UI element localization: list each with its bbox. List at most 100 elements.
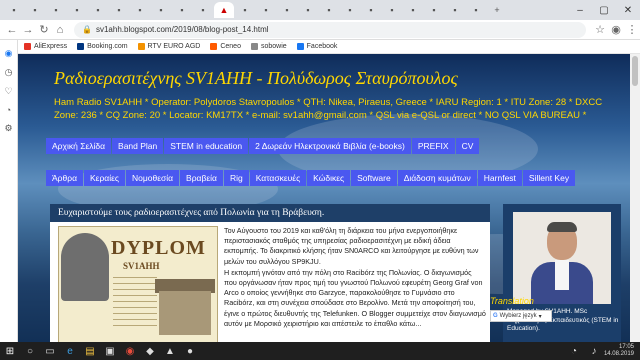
tab-icon[interactable]: ▪ [424,2,444,18]
search-icon[interactable]: ○ [20,346,40,357]
menu-item-rig[interactable]: Rig [223,170,249,186]
tab-icon[interactable]: ▪ [340,2,360,18]
menu-item-stem[interactable]: STEM in education [164,138,249,154]
task-view-icon[interactable]: ▭ [40,346,60,357]
diploma-portrait [61,233,109,301]
menu-item-antennas[interactable]: Κεραίες [84,170,125,186]
extension-icon[interactable]: ◉ [608,23,624,36]
diploma-text-lines [113,277,157,327]
edge-icon[interactable]: e [60,346,80,357]
tab-icon[interactable]: ▪ [445,2,465,18]
bookmark-rtv-euro-agd[interactable]: RTV EURO AGD [137,43,200,50]
profile-photo[interactable] [513,212,611,304]
back-icon[interactable]: ← [4,24,20,36]
settings-icon[interactable]: ⚙ [4,123,12,134]
bookmark-sobowie[interactable]: sobowie [250,43,287,50]
minimize-icon[interactable]: – [568,5,592,16]
menu-item-constructions[interactable]: Κατασκευές [249,170,307,186]
address-bar-row: ← → ↻ ⌂ 🔒 sv1ahh.blogspot.com/2019/08/bl… [0,20,640,40]
menu-item-silent-key[interactable]: Sillent Key [522,170,576,186]
history-icon[interactable]: ◷ [5,67,13,78]
page-scrollbar[interactable] [630,54,640,342]
menu-item-home[interactable]: Αρχική Σελίδα [46,138,112,154]
app-icon[interactable]: ● [180,346,200,357]
menu-item-software[interactable]: Software [351,170,397,186]
file-explorer-icon[interactable]: ▤ [80,346,100,357]
scrollbar-thumb[interactable] [632,56,638,86]
volume-icon[interactable]: ♪ [584,346,604,357]
tab-icon[interactable]: ▪ [319,2,339,18]
site-title[interactable]: Ραδιοερασιτέχνης SV1AHH - Πολύδωρος Σταυ… [54,68,458,89]
tab-icon[interactable]: ▪ [46,2,66,18]
menu-item-prefix[interactable]: PREFIX [411,138,455,154]
tab-icon[interactable]: ▪ [109,2,129,18]
reload-icon[interactable]: ↻ [36,23,52,36]
menu-item-band-plan[interactable]: Band Plan [112,138,164,154]
diploma-image[interactable]: DYPLOM SV1AHH [58,226,218,342]
menu-item-ebooks[interactable]: 2 Δωρεάν Ηλεκτρονικά Βιβλία (e-books) [249,138,411,154]
store-icon[interactable]: ▣ [100,346,120,357]
tab-icon[interactable]: ▪ [193,2,213,18]
tab-icon[interactable]: ▪ [172,2,192,18]
menu-item-codes[interactable]: Κώδικες [307,170,351,186]
app-icon[interactable]: ◆ [140,346,160,357]
tab-icon[interactable]: ▪ [67,2,87,18]
menu-item-legislation[interactable]: Νομοθεσία [125,170,180,186]
post-paragraph: Τον Αύγουστο του 2019 και καθ'όλη τη διά… [224,226,479,266]
network-icon[interactable]: ◔ [564,346,584,357]
browser-tabstrip: ▪ ▪ ▪ ▪ ▪ ▪ ▪ ▪ ▪ ▪ ▲ ▪ ▪ ▪ ▪ ▪ ▪ ▪ ▪ ▪ … [0,0,640,20]
post-text: Τον Αύγουστο του 2019 και καθ'όλη τη διά… [224,226,486,330]
language-select[interactable]: G Wybierz język ▾ [490,310,552,322]
menu-item-articles[interactable]: Άρθρα [46,170,83,186]
close-icon[interactable]: ✕ [616,5,640,16]
menu-item-propagation[interactable]: Διάδοση κυμάτων [397,170,477,186]
menu-item-cv[interactable]: CV [455,138,480,154]
bookmark-facebook[interactable]: Facebook [296,43,337,50]
app-icon[interactable]: ▲ [160,346,180,357]
heart-icon[interactable]: ♡ [4,86,12,97]
blog-page: Ραδιοερασιτέχνης SV1AHH - Πολύδωρος Σταυ… [18,54,630,342]
bookmark-ceneo[interactable]: Ceneo [210,43,241,50]
tab-icon[interactable]: ▪ [382,2,402,18]
bookmark-booking[interactable]: Booking.com [77,43,128,50]
post-paragraph: Η εκπομπή γινόταν από την πόλη στο Racib… [224,267,486,328]
blog-post: Ευχαριστούμε τους ραδιοερασιτέχνες από Π… [50,204,490,342]
url-field[interactable]: 🔒 sv1ahh.blogspot.com/2019/08/blog-post_… [74,21,586,38]
clock[interactable]: 17:05 14.08.2019 [604,344,640,358]
clock-icon[interactable]: ◔ [6,105,11,115]
tab-icon[interactable]: ▪ [298,2,318,18]
messenger-icon[interactable]: ◉ [5,48,13,59]
tab-icon[interactable]: ▪ [466,2,486,18]
new-tab-button[interactable]: + [487,2,507,18]
primary-menu: Αρχική Σελίδα Band Plan STEM in educatio… [46,138,480,154]
tab-icon[interactable]: ▪ [256,2,276,18]
tab-icon[interactable]: ▪ [277,2,297,18]
menu-item-hamfest[interactable]: Harnfest [477,170,522,186]
forward-icon[interactable]: → [20,24,36,36]
star-icon[interactable]: ☆ [592,23,608,36]
maximize-icon[interactable]: ▢ [592,5,616,16]
home-icon[interactable]: ⌂ [52,24,68,36]
tab-active-blog[interactable]: ▲ [214,2,234,18]
tab-icon[interactable]: ▪ [151,2,171,18]
menu-item-awards[interactable]: Βραβεία [180,170,223,186]
tab-icon[interactable]: ▪ [25,2,45,18]
clock-time: 17:05 [618,344,634,350]
tab-icon[interactable]: ▪ [130,2,150,18]
rtv-euro-icon [137,43,145,50]
windows-start-icon[interactable]: ⊞ [0,346,20,357]
aliexpress-icon [24,43,31,50]
tab-icon[interactable]: ▪ [361,2,381,18]
menu-icon[interactable]: ⋮ [624,23,640,36]
tab-icon[interactable]: ▪ [235,2,255,18]
ceneo-icon [210,43,218,50]
chrome-icon[interactable]: ◉ [120,346,140,357]
tab-icon[interactable]: ▪ [4,2,24,18]
post-title[interactable]: Ευχαριστούμε τους ραδιοερασιτέχνες από Π… [50,204,490,222]
google-icon: G [493,313,498,319]
tab-icon[interactable]: ▪ [403,2,423,18]
bookmark-aliexpress[interactable]: AliExpress [24,43,67,50]
lock-icon: 🔒 [82,25,92,34]
tab-icon[interactable]: ▪ [88,2,108,18]
diploma-callsign: SV1AHH [123,261,160,271]
